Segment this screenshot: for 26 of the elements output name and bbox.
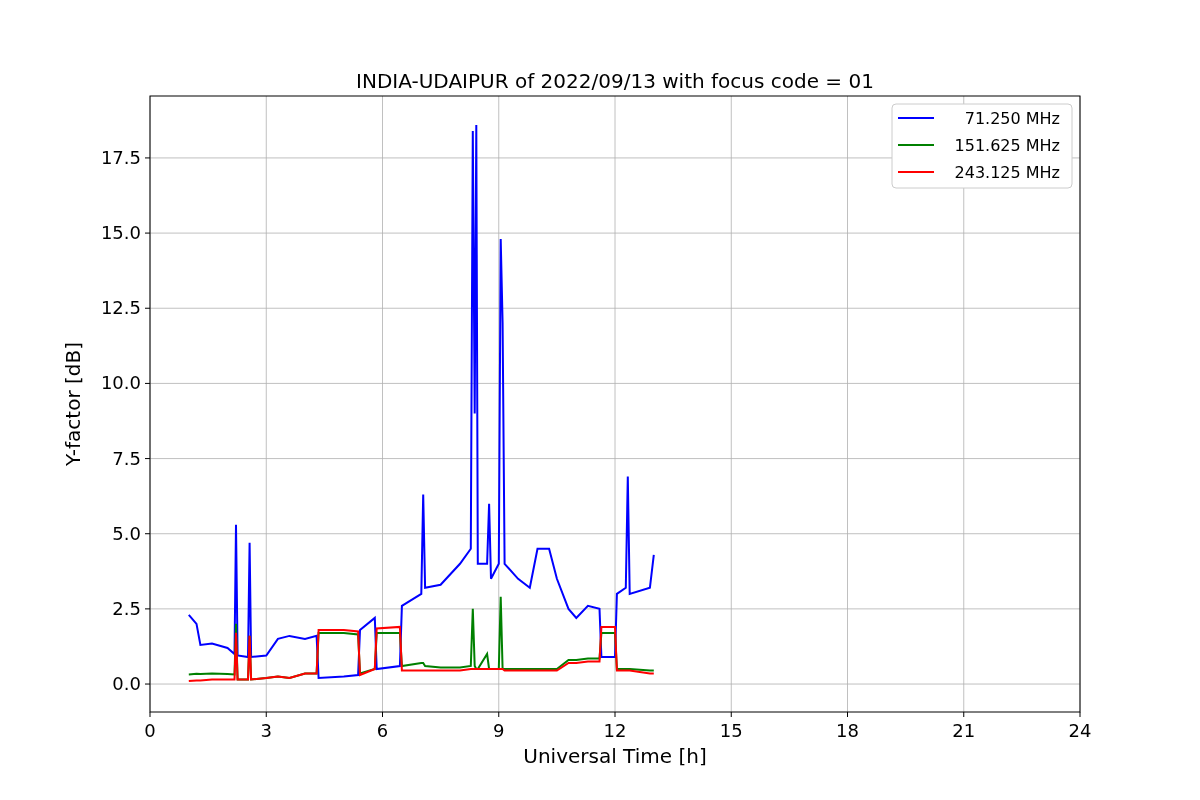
legend-label: 151.625 MHz [954,136,1060,155]
tick-label: 10.0 [100,372,141,394]
tick-label: 15.0 [100,222,141,244]
legend-label: 71.250 MHz [964,109,1060,128]
tick-label: 9 [493,720,505,741]
tick-label: 24 [1068,720,1092,741]
tick-label: 12 [603,720,627,741]
tick-label: 7.5 [112,447,141,469]
legend-line-icon [897,171,935,173]
tick-label: 6 [376,720,389,741]
tick-label: 0 [144,720,156,741]
chart-title: INDIA-UDAIPUR of 2022/09/13 with focus code = 01 [356,69,874,93]
tick-label: 0.0 [112,673,141,695]
tick-label: 2.5 [112,597,141,619]
legend-line-icon [897,117,935,119]
tick-label: 18 [836,720,859,741]
tick-label: 5.0 [112,522,141,544]
tick-label: 3 [260,720,272,741]
axis-label: Y-factor [dB] [61,342,85,466]
tick-label: 15 [719,720,743,741]
tick-label: 12.5 [100,297,141,319]
axis-label: Universal Time [h] [523,744,707,768]
tick-label: 17.5 [100,146,141,168]
tick-label: 21 [952,720,976,741]
legend-label: 243.125 MHz [954,163,1060,182]
legend-line-icon [897,144,935,146]
